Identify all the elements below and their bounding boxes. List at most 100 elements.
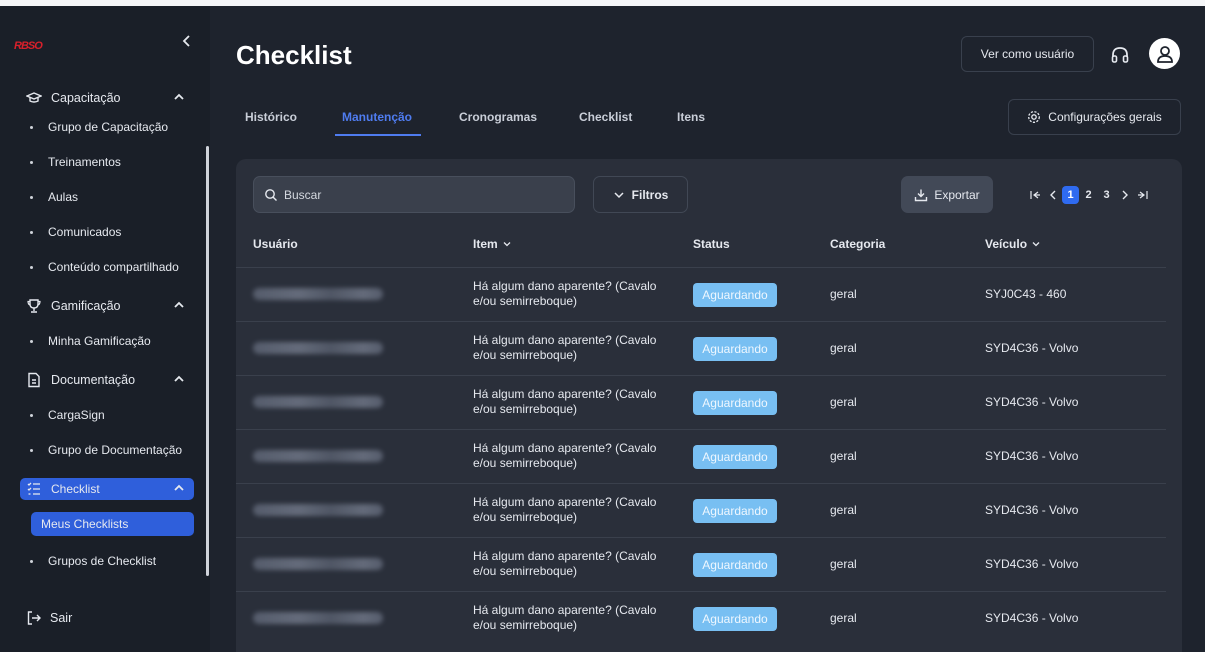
user-avatar[interactable]: [1149, 38, 1180, 69]
trophy-icon: [26, 298, 42, 314]
column-header-label: Item: [473, 237, 498, 251]
item-cell: Há algum dano aparente? (Cavalo e/ou sem…: [473, 603, 657, 632]
table-row[interactable]: Há algum dano aparente? (Cavalo e/ou sem…: [236, 537, 1166, 591]
category-cell: geral: [830, 557, 857, 571]
tab-itens[interactable]: Itens: [677, 110, 705, 124]
table-row[interactable]: Há algum dano aparente? (Cavalo e/ou sem…: [236, 267, 1166, 321]
sidebar-item-label: Grupo de Capacitação: [48, 120, 169, 134]
status-badge[interactable]: Aguardando: [693, 499, 777, 523]
chevron-down-icon: [1032, 242, 1040, 247]
active-tab-indicator: [335, 134, 421, 136]
sidebar-item-grupos-checklist[interactable]: Grupos de Checklist: [20, 549, 194, 573]
redacted-user-name: [253, 342, 383, 354]
column-header-veiculo[interactable]: Veículo: [985, 237, 1041, 251]
table-row[interactable]: Há algum dano aparente? (Cavalo e/ou sem…: [236, 375, 1166, 429]
next-page-button[interactable]: [1116, 186, 1133, 204]
status-badge[interactable]: Aguardando: [693, 391, 777, 415]
tab-historico[interactable]: Histórico: [245, 110, 297, 124]
column-header-usuario[interactable]: Usuário: [253, 237, 298, 251]
item-cell: Há algum dano aparente? (Cavalo e/ou sem…: [473, 495, 657, 524]
table-row[interactable]: Há algum dano aparente? (Cavalo e/ou sem…: [236, 429, 1166, 483]
sidebar-item-conteudo-compartilhado[interactable]: Conteúdo compartilhado: [20, 255, 194, 279]
collapse-sidebar-button[interactable]: [180, 34, 194, 52]
table-row[interactable]: Há algum dano aparente? (Cavalo e/ou sem…: [236, 591, 1166, 645]
sidebar-item-treinamentos[interactable]: Treinamentos: [20, 150, 194, 174]
chevron-right-icon: [1122, 190, 1128, 200]
search-field[interactable]: [253, 176, 575, 213]
filters-label: Filtros: [631, 187, 669, 202]
sidebar-item-label: Conteúdo compartilhado: [48, 260, 179, 274]
first-page-button[interactable]: [1026, 186, 1043, 204]
logout-button[interactable]: Sair: [26, 610, 72, 626]
tab-manutencao[interactable]: Manutenção: [342, 110, 412, 124]
page-button-1[interactable]: 1: [1062, 186, 1079, 204]
item-cell: Há algum dano aparente? (Cavalo e/ou sem…: [473, 279, 657, 308]
sidebar-scrollbar[interactable]: [206, 146, 209, 576]
bullet: [30, 195, 33, 199]
search-input[interactable]: [284, 187, 564, 202]
tab-cronogramas[interactable]: Cronogramas: [459, 110, 537, 124]
logout-label: Sair: [50, 611, 73, 625]
chevron-down-icon: [503, 242, 511, 247]
column-header-item[interactable]: Item: [473, 237, 512, 251]
sidebar-section-capacitacao[interactable]: Capacitação: [26, 87, 186, 109]
item-cell: Há algum dano aparente? (Cavalo e/ou sem…: [473, 549, 657, 578]
sidebar-item-label: Comunicados: [48, 225, 122, 239]
status-badge[interactable]: Aguardando: [693, 445, 777, 469]
status-badge[interactable]: Aguardando: [693, 337, 777, 361]
sidebar-item-label: Treinamentos: [48, 155, 121, 169]
logo: RBSO: [14, 40, 43, 52]
table-row[interactable]: Há algum dano aparente? (Cavalo e/ou sem…: [236, 321, 1166, 375]
category-cell: geral: [830, 503, 857, 517]
vehicle-cell: SYD4C36 - Volvo: [985, 611, 1079, 625]
sidebar-item-grupo-capacitacao[interactable]: Grupo de Capacitação: [20, 115, 194, 139]
view-as-user-button[interactable]: Ver como usuário: [961, 36, 1094, 72]
sidebar-section-label: Documentação: [51, 373, 136, 387]
chevron-up-icon: [174, 484, 184, 491]
export-button[interactable]: Exportar: [901, 176, 993, 213]
sidebar-item-label: Minha Gamificação: [48, 334, 151, 348]
general-settings-button[interactable]: Configurações gerais: [1008, 99, 1181, 135]
chevron-down-icon: [614, 191, 624, 198]
item-cell: Há algum dano aparente? (Cavalo e/ou sem…: [473, 333, 657, 362]
last-page-button[interactable]: [1134, 186, 1151, 204]
item-cell: Há algum dano aparente? (Cavalo e/ou sem…: [473, 441, 657, 470]
status-badge[interactable]: Aguardando: [693, 553, 777, 577]
sidebar-section-documentacao[interactable]: Documentação: [26, 369, 186, 391]
sidebar-item-minha-gamificacao[interactable]: Minha Gamificação: [20, 329, 194, 353]
sidebar-section-gamificacao[interactable]: Gamificação: [26, 295, 186, 317]
sidebar-item-aulas[interactable]: Aulas: [20, 185, 194, 209]
bullet: [30, 230, 33, 234]
sidebar-item-comunicados[interactable]: Comunicados: [20, 220, 194, 244]
sidebar-item-label: Grupo de Documentação: [48, 443, 183, 457]
bullet: [30, 448, 33, 452]
user-icon: [1156, 45, 1173, 63]
column-header-label: Veículo: [985, 237, 1028, 251]
chevron-left-icon: [1049, 190, 1055, 200]
sidebar-section-checklist[interactable]: Checklist: [20, 478, 194, 500]
vehicle-cell: SYD4C36 - Volvo: [985, 341, 1079, 355]
bullet: [30, 413, 33, 417]
filters-button[interactable]: Filtros: [593, 176, 688, 213]
page-button-2[interactable]: 2: [1080, 186, 1097, 204]
column-header-categoria[interactable]: Categoria: [830, 237, 885, 251]
search-icon: [265, 188, 277, 201]
previous-page-button[interactable]: [1044, 186, 1061, 204]
sidebar-item-label: Aulas: [48, 190, 79, 204]
status-badge[interactable]: Aguardando: [693, 283, 777, 307]
support-headset-icon[interactable]: [1109, 44, 1131, 66]
sidebar-item-cargasign[interactable]: CargaSign: [20, 403, 194, 427]
sidebar-item-label: Meus Checklists: [41, 517, 129, 531]
sidebar-item-grupo-documentacao[interactable]: Grupo de Documentação: [20, 438, 194, 462]
status-badge[interactable]: Aguardando: [693, 607, 777, 631]
category-cell: geral: [830, 449, 857, 463]
column-header-status[interactable]: Status: [693, 237, 730, 251]
page-title: Checklist: [236, 40, 352, 70]
sidebar-item-meus-checklists[interactable]: Meus Checklists: [31, 512, 194, 536]
tab-checklist[interactable]: Checklist: [579, 110, 632, 124]
chevron-up-icon: [174, 375, 184, 382]
page-button-3[interactable]: 3: [1098, 186, 1115, 204]
table-row[interactable]: Há algum dano aparente? (Cavalo e/ou sem…: [236, 483, 1166, 537]
bullet: [30, 339, 33, 343]
bullet: [30, 125, 33, 129]
